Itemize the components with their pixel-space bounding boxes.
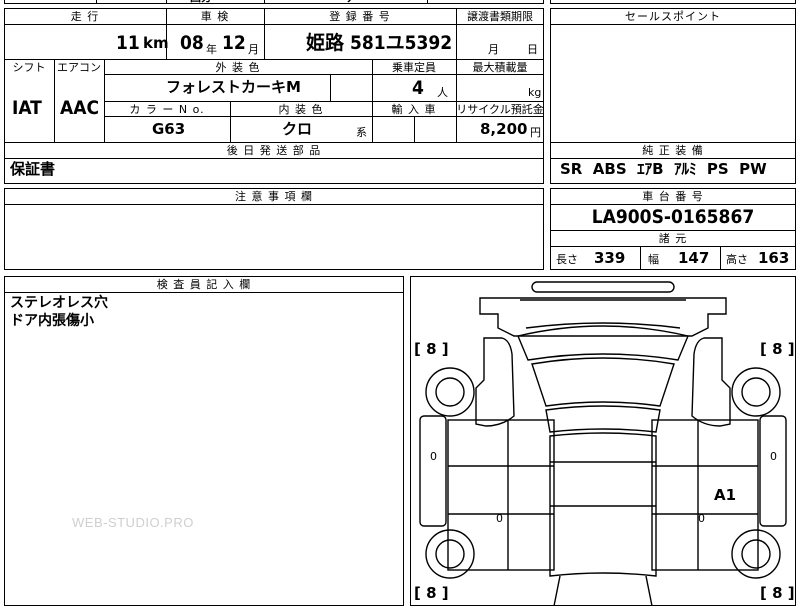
interior-color-value: クロ bbox=[282, 120, 313, 138]
inspector-notes-label: 検 査 員 記 入 欄 bbox=[156, 278, 252, 291]
damage-code-a1: A1 bbox=[714, 486, 736, 504]
aircon-value: AAC bbox=[60, 97, 100, 119]
length-label: 長さ bbox=[556, 253, 578, 266]
top-partial-right: ゲ bbox=[345, 0, 356, 3]
height-value: 163 bbox=[758, 249, 790, 267]
tire-mark-rear-right: [ 8 ] bbox=[760, 584, 795, 602]
mileage-label: 走 行 bbox=[70, 10, 100, 23]
inspection-month: 12 bbox=[222, 32, 246, 54]
top-partial-row bbox=[4, 0, 544, 4]
color-no-value: G63 bbox=[152, 120, 186, 138]
capacity-label: 乗車定員 bbox=[392, 61, 436, 74]
height-label: 高さ bbox=[726, 253, 748, 266]
interior-suffix: 系 bbox=[356, 126, 367, 139]
transfer-day-unit: 日 bbox=[527, 43, 538, 56]
car-diagram: [ 8 ] [ 8 ] [ 8 ] [ 8 ] A1 0 0 0 0 bbox=[414, 281, 795, 606]
exterior-color-label: 外 装 色 bbox=[215, 61, 261, 74]
mileage-unit: km bbox=[143, 34, 169, 52]
standard-equip-label: 純 正 装 備 bbox=[642, 144, 704, 157]
aircon-label: エアコン bbox=[57, 61, 101, 74]
import-label: 輸 入 車 bbox=[391, 103, 437, 116]
recycle-value: 8,200 bbox=[480, 120, 528, 138]
interior-color-label: 内 装 色 bbox=[278, 103, 324, 116]
dent-mark-4: 0 bbox=[770, 450, 777, 463]
dent-mark-3: 0 bbox=[698, 512, 705, 525]
chassis-value: LA900S-0165867 bbox=[591, 206, 755, 228]
dent-mark-2: 0 bbox=[496, 512, 503, 525]
length-value: 339 bbox=[594, 249, 626, 267]
transfer-doc-label: 譲渡書類期限 bbox=[467, 10, 533, 23]
chassis-label: 車 台 番 号 bbox=[642, 190, 704, 203]
shift-label: シフト bbox=[12, 61, 46, 74]
shift-value: IAT bbox=[12, 97, 42, 119]
capacity-unit: 人 bbox=[437, 86, 448, 99]
inspection-year-unit: 年 bbox=[206, 43, 217, 56]
max-load-unit: kg bbox=[528, 86, 542, 99]
tire-mark-front-left: [ 8 ] bbox=[414, 340, 449, 358]
dent-mark-1: 0 bbox=[430, 450, 437, 463]
registration-label: 登 録 番 号 bbox=[329, 10, 391, 23]
inspection-year: 08 bbox=[180, 32, 204, 54]
width-label: 幅 bbox=[648, 253, 659, 266]
capacity-value: 4 bbox=[412, 77, 424, 99]
tire-mark-front-right: [ 8 ] bbox=[760, 340, 795, 358]
standard-equip-value: SR ABS ｴｱB ｱﾙﾐ PS PW bbox=[560, 160, 767, 178]
registration-value: 姫路 581ユ5392 bbox=[306, 32, 453, 54]
inspector-note-line-1: ステレオレス穴 bbox=[10, 295, 108, 311]
tire-mark-rear-left: [ 8 ] bbox=[414, 584, 449, 602]
inspection-label: 車 検 bbox=[200, 10, 230, 23]
sales-point-label: セールスポイント bbox=[625, 10, 721, 23]
transfer-month-unit: 月 bbox=[488, 43, 499, 56]
mileage-value: 11 bbox=[116, 32, 140, 54]
inspection-month-unit: 月 bbox=[248, 43, 259, 56]
width-value: 147 bbox=[678, 249, 710, 267]
exterior-color-value: フォレストカーキM bbox=[166, 78, 301, 96]
notes-label: 注 意 事 項 欄 bbox=[235, 190, 313, 203]
max-load-label: 最大積載量 bbox=[472, 61, 528, 74]
specs-label: 諸 元 bbox=[658, 232, 688, 245]
recycle-unit: 円 bbox=[530, 126, 541, 139]
recycle-label: リサイクル預託金 bbox=[456, 103, 544, 116]
color-no-label: カ ラ ー N o. bbox=[129, 103, 205, 116]
shipping-parts-value: 保証書 bbox=[10, 160, 56, 178]
top-partial-left: 回分 bbox=[190, 0, 212, 3]
watermark: WEB-STUDIO.PRO bbox=[72, 515, 194, 530]
inspector-note-line-2: ドア内張傷小 bbox=[10, 313, 94, 329]
shipping-parts-label: 後 日 発 送 部 品 bbox=[226, 144, 322, 157]
